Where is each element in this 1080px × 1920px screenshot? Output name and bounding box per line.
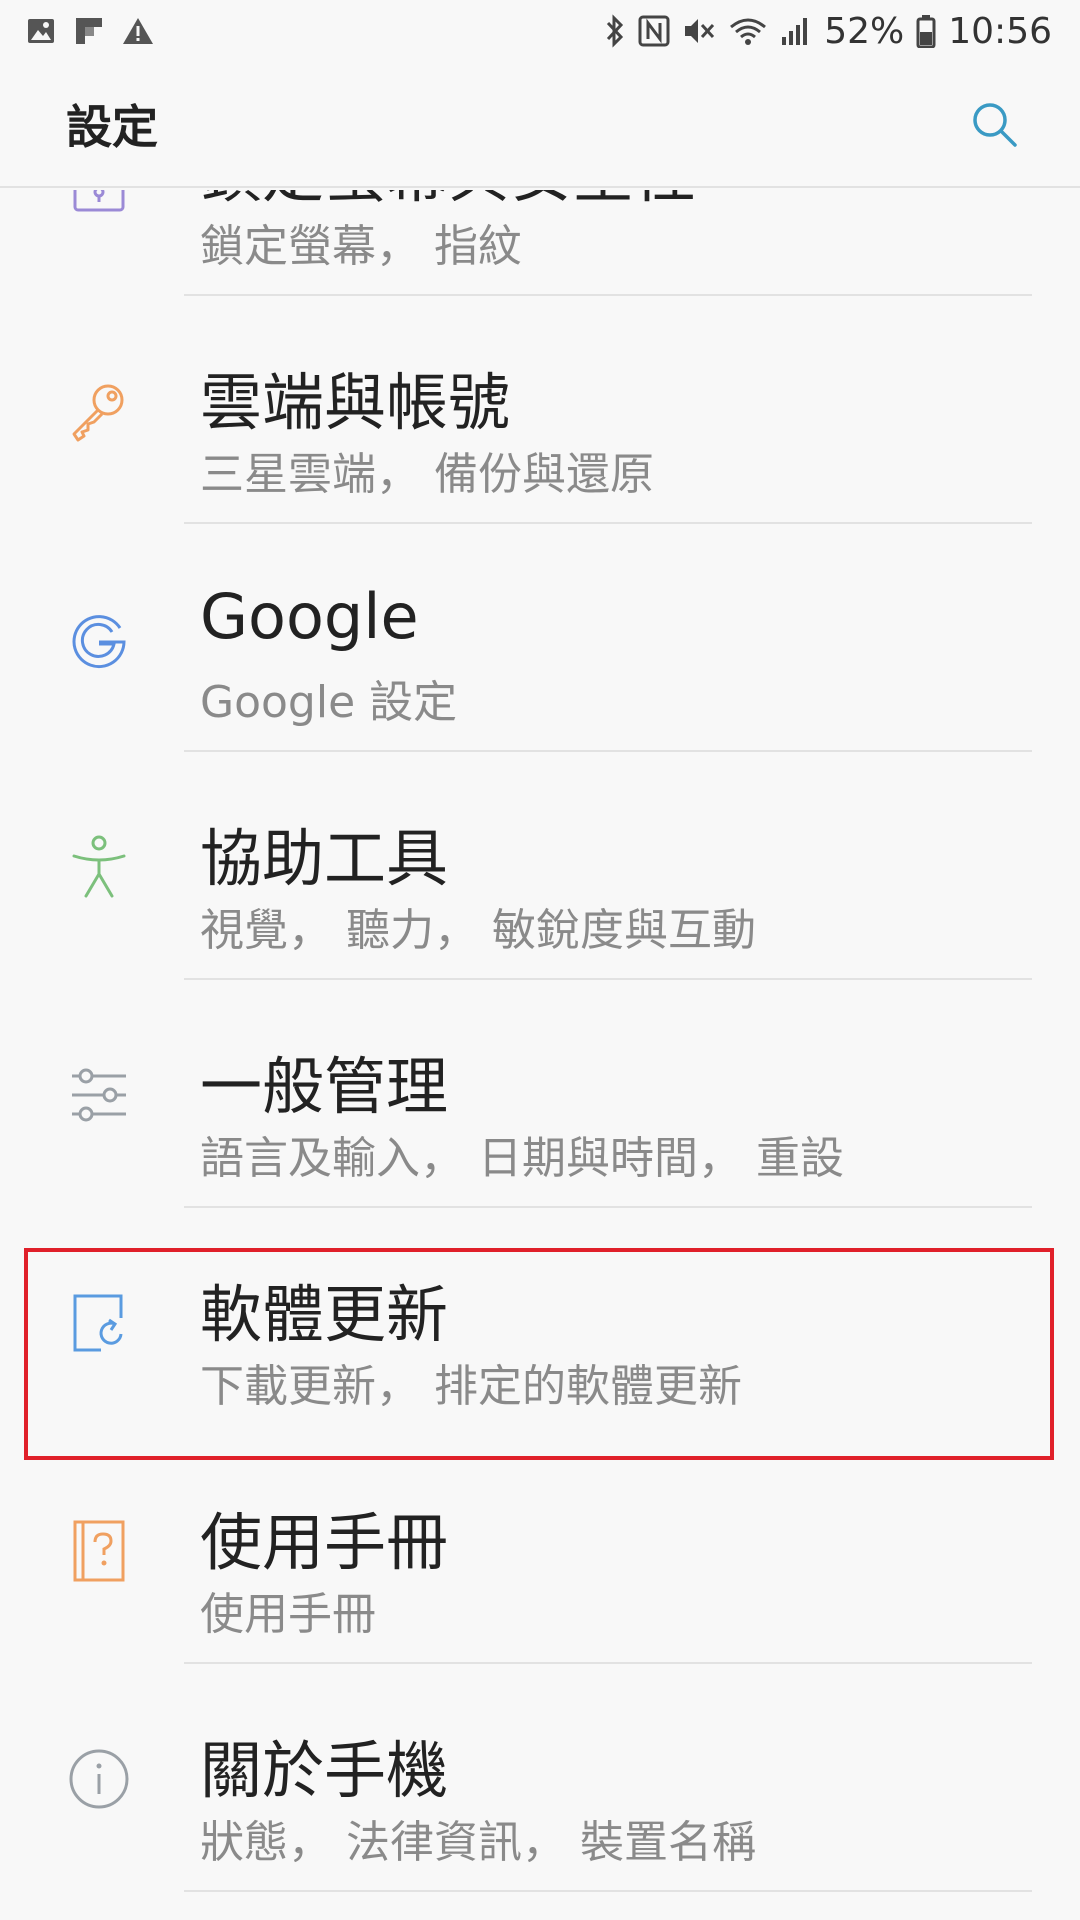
- user-manual-icon: [66, 1518, 132, 1584]
- setting-subtitle: Google 設定: [200, 677, 458, 728]
- status-bar: 52% 10:56: [0, 0, 1080, 62]
- page-title: 設定: [66, 100, 158, 154]
- bluetooth-icon: [604, 14, 626, 48]
- google-icon: [66, 606, 132, 672]
- battery-icon: [916, 14, 936, 48]
- accessibility-icon: [66, 834, 132, 900]
- setting-title: 關於手機: [200, 1734, 449, 1807]
- signal-icon: [780, 15, 812, 47]
- settings-list[interactable]: 鎖定螢幕與安全性 鎖定螢幕， 指紋 雲端與帳號 三星雲端， 備份與還原 Goog…: [0, 190, 1080, 1920]
- software-update-icon: [66, 1290, 132, 1356]
- setting-subtitle: 語言及輸入， 日期與時間， 重設: [200, 1133, 844, 1184]
- setting-item-about-phone[interactable]: 關於手機 狀態， 法律資訊， 裝置名稱: [0, 1664, 1080, 1892]
- setting-item-google[interactable]: Google Google 設定: [0, 524, 1080, 752]
- setting-title: 雲端與帳號: [200, 366, 511, 439]
- lock-icon: [66, 190, 132, 216]
- battery-percent: 52%: [824, 10, 905, 52]
- setting-title: 協助工具: [200, 822, 449, 895]
- clock: 10:56: [948, 10, 1052, 52]
- key-icon: [66, 378, 132, 444]
- setting-title: 一般管理: [200, 1050, 449, 1123]
- setting-item-general-management[interactable]: 一般管理 語言及輸入， 日期與時間， 重設: [0, 980, 1080, 1208]
- flipboard-icon: [74, 16, 104, 46]
- info-icon: [66, 1746, 132, 1812]
- setting-item-software-update[interactable]: 軟體更新 下載更新， 排定的軟體更新: [0, 1208, 1080, 1436]
- app-bar: 設定: [0, 62, 1080, 188]
- setting-subtitle: 視覺， 聽力， 敏銳度與互動: [200, 905, 756, 956]
- system-icons: 52% 10:56: [604, 11, 1052, 52]
- mute-icon: [682, 15, 716, 47]
- wifi-icon: [728, 15, 768, 47]
- setting-title: Google: [200, 580, 419, 653]
- setting-subtitle: 下載更新， 排定的軟體更新: [200, 1361, 742, 1412]
- setting-subtitle: 狀態， 法律資訊， 裝置名稱: [200, 1817, 756, 1868]
- sliders-icon: [66, 1062, 132, 1128]
- warning-icon: [122, 16, 154, 46]
- setting-subtitle: 鎖定螢幕， 指紋: [200, 221, 522, 272]
- setting-subtitle: 使用手冊: [200, 1589, 376, 1640]
- search-button[interactable]: [964, 94, 1024, 154]
- notification-icons: [26, 16, 154, 46]
- search-icon: [973, 103, 1017, 147]
- setting-subtitle: 三星雲端， 備份與還原: [200, 449, 654, 500]
- nfc-icon: [638, 15, 670, 47]
- setting-item-accessibility[interactable]: 協助工具 視覺， 聽力， 敏銳度與互動: [0, 752, 1080, 980]
- gallery-icon: [26, 16, 56, 46]
- setting-title: 軟體更新: [200, 1278, 449, 1351]
- divider: [184, 1890, 1032, 1892]
- setting-title: 使用手冊: [200, 1506, 449, 1579]
- setting-item-cloud-accounts[interactable]: 雲端與帳號 三星雲端， 備份與還原: [0, 296, 1080, 524]
- setting-item-lock-screen-security[interactable]: 鎖定螢幕與安全性 鎖定螢幕， 指紋: [0, 190, 1080, 296]
- setting-item-user-manual[interactable]: 使用手冊 使用手冊: [0, 1436, 1080, 1664]
- settings-list-content: 鎖定螢幕與安全性 鎖定螢幕， 指紋 雲端與帳號 三星雲端， 備份與還原 Goog…: [0, 190, 1080, 1892]
